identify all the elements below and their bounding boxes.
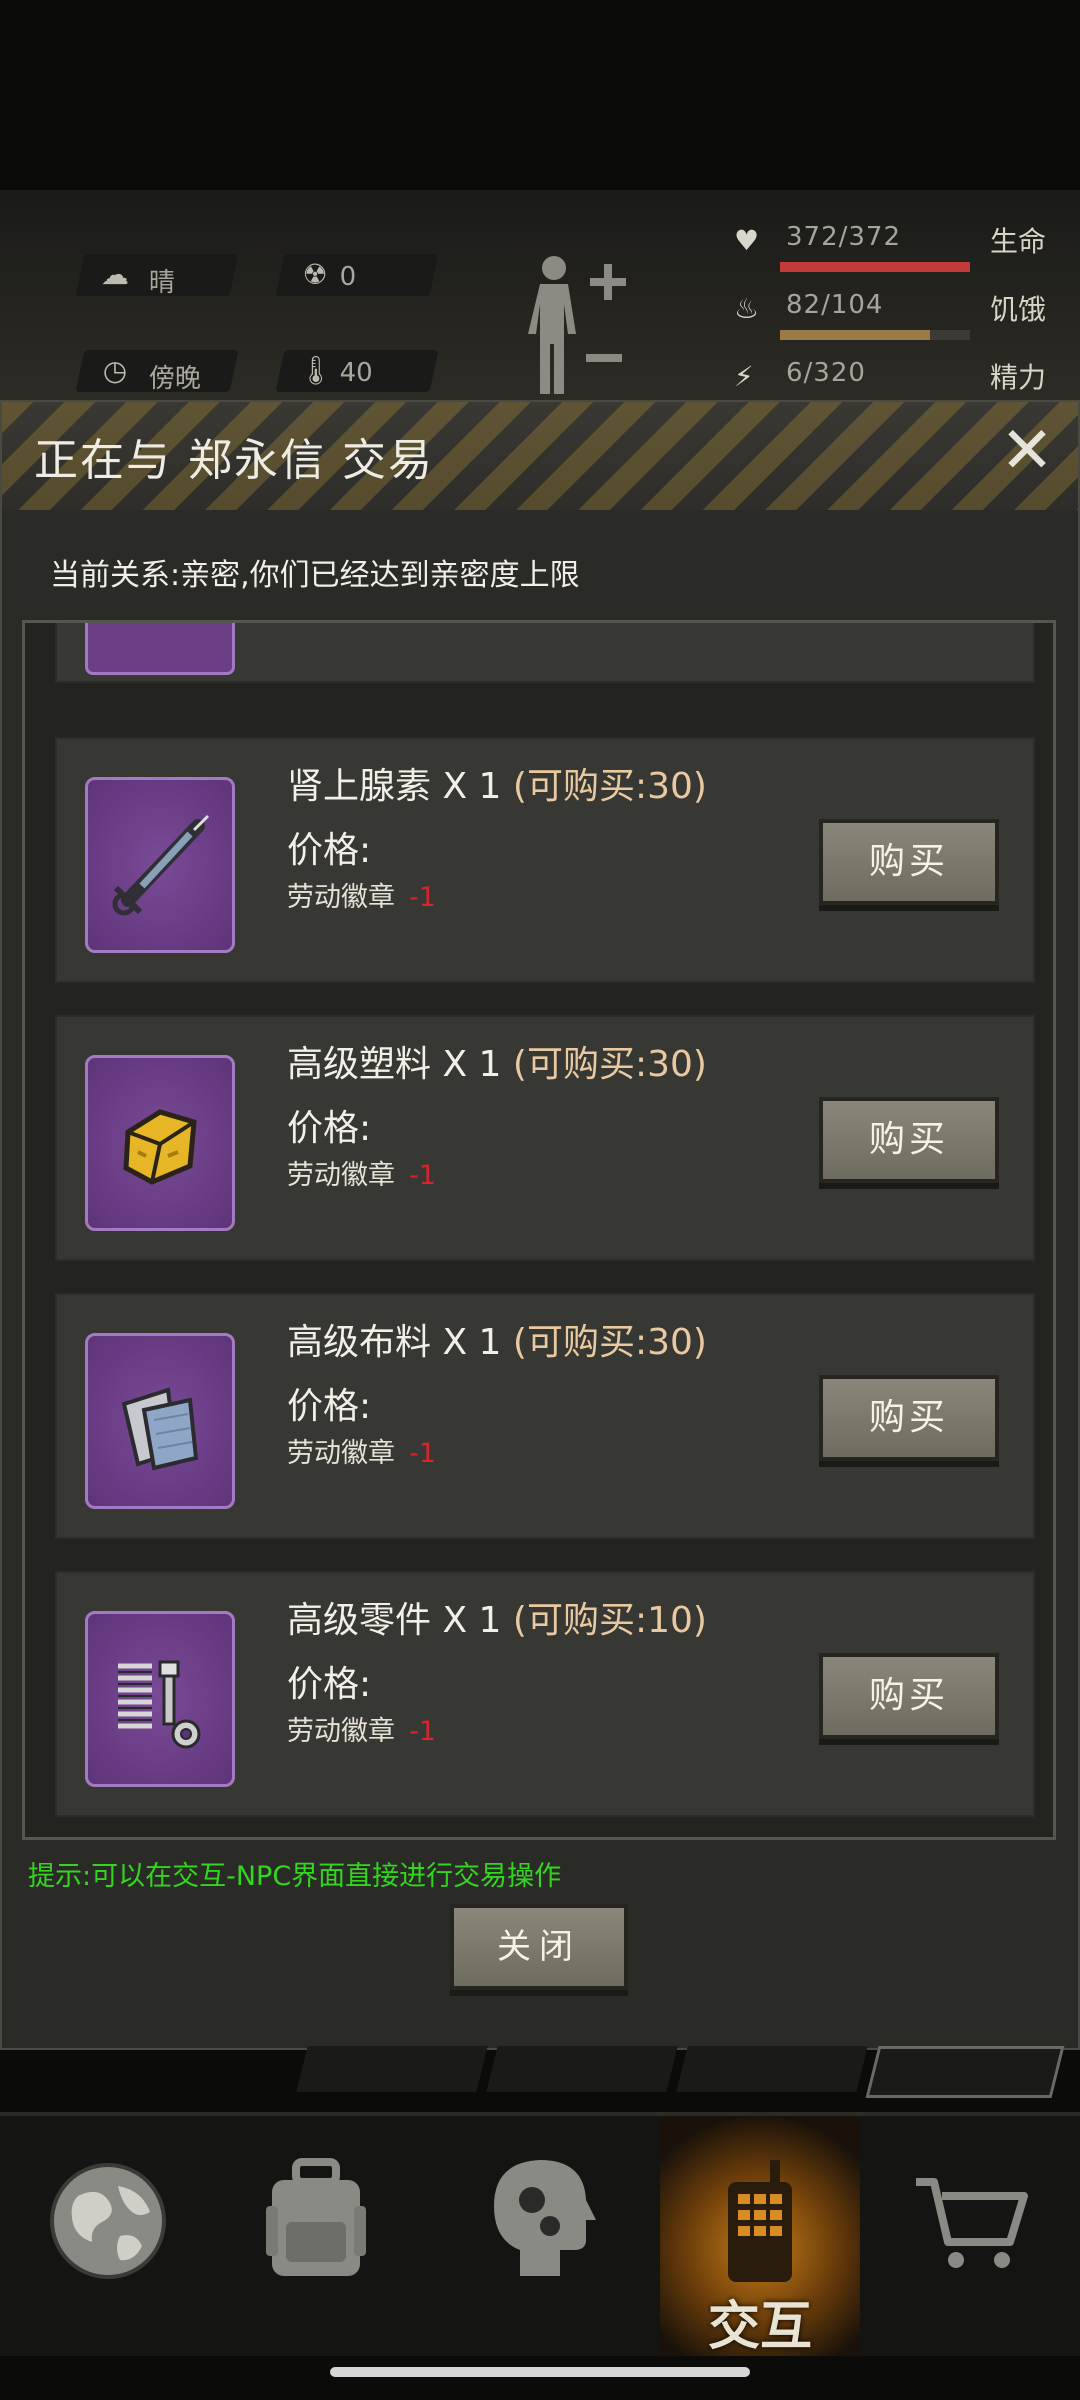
head-gears-icon <box>494 2160 596 2276</box>
dialog-title: 正在与 郑永信 交易 <box>34 435 434 486</box>
price-row: 劳动徽章 -1 <box>287 1709 436 1748</box>
bottom-nav: 交互 <box>0 2112 1080 2357</box>
thermometer-icon: 🌡 <box>298 354 334 387</box>
buy-button[interactable]: 购买 <box>819 1097 999 1183</box>
home-indicator[interactable] <box>330 2367 750 2377</box>
nav-interact-label: 交互 <box>707 2297 812 2357</box>
price-row: 劳动徽章 -1 <box>287 1431 436 1470</box>
cost-value: -1 <box>409 1716 436 1747</box>
currency-name: 劳动徽章 <box>287 1438 395 1469</box>
sub-tab[interactable] <box>676 2046 868 2092</box>
buy-button[interactable]: 购买 <box>819 819 999 905</box>
item-name-text: 肾上腺素 X 1 <box>287 766 502 807</box>
time-chip: ◷ 傍晚 <box>75 350 239 394</box>
close-icon[interactable]: ✕ <box>996 419 1058 483</box>
energy-label: 精力 <box>989 361 1046 394</box>
currency-name: 劳动徽章 <box>287 1160 395 1191</box>
item-slot[interactable] <box>85 1055 235 1231</box>
item-slot <box>85 623 235 675</box>
temperature-chip: 🌡 40 <box>275 350 439 392</box>
trade-item-list[interactable]: 肾上腺素 X 1 (可购买:30) 价格: 劳动徽章 -1 购买 高级塑料 X 1 <box>22 620 1056 1840</box>
currency-name: 劳动徽章 <box>287 1716 395 1747</box>
item-name-text: 高级零件 X 1 <box>287 1600 502 1641</box>
heart-icon: ♥ <box>734 224 760 257</box>
plastic-block-icon <box>123 1109 197 1185</box>
stat-hunger: ♨ 82/104 饥饿 <box>722 286 1062 346</box>
list-item: 高级布料 X 1 (可购买:30) 价格: 劳动徽章 -1 购买 <box>55 1293 1035 1539</box>
nav-map[interactable] <box>8 2116 208 2356</box>
buy-button[interactable]: 购买 <box>819 1653 999 1739</box>
nav-interact[interactable]: 交互 <box>660 2116 860 2357</box>
sub-tab[interactable] <box>296 2046 488 2092</box>
spring-bolt-icon <box>118 1660 201 1749</box>
hunger-bar <box>780 330 970 340</box>
trade-dialog: 正在与 郑永信 交易 ✕ 当前关系:亲密,你们已经达到亲密度上限 肾上腺素 X … <box>0 400 1080 2050</box>
relation-status: 当前关系:亲密,你们已经达到亲密度上限 <box>50 558 580 593</box>
nav-skills[interactable] <box>440 2116 640 2356</box>
energy-icon: ⚡ <box>734 360 754 393</box>
trade-tip: 提示:可以在交互-NPC界面直接进行交易操作 <box>28 1861 562 1892</box>
body-figure-icon[interactable] <box>520 250 630 400</box>
radiation-value: 0 <box>339 262 357 292</box>
weather-chip: ☁ 晴 <box>75 254 239 298</box>
cost-value: -1 <box>409 882 436 913</box>
health-bar <box>780 262 970 272</box>
item-available-count: (可购买:30) <box>512 1322 707 1363</box>
radiation-chip: ☢ 0 <box>275 254 439 296</box>
clock-icon: ◷ <box>102 354 128 387</box>
dialog-header: 正在与 郑永信 交易 ✕ <box>2 402 1078 510</box>
item-name-text: 高级布料 X 1 <box>287 1322 502 1363</box>
nav-backpack[interactable] <box>216 2116 416 2356</box>
cost-value: -1 <box>409 1438 436 1469</box>
item-name: 高级布料 X 1 (可购买:30) <box>287 1313 707 1365</box>
item-available-count: (可购买:30) <box>512 1044 707 1085</box>
currency-name: 劳动徽章 <box>287 882 395 913</box>
item-name: 高级塑料 X 1 (可购买:30) <box>287 1035 707 1087</box>
walkie-talkie-icon <box>728 2160 792 2282</box>
list-item: 高级零件 X 1 (可购买:10) 价格: 劳动徽章 -1 购买 <box>55 1571 1035 1817</box>
sub-tab[interactable] <box>486 2046 678 2092</box>
backpack-icon <box>266 2158 366 2276</box>
item-available-count: (可购买:10) <box>512 1600 707 1641</box>
item-available-count: (可购买:30) <box>512 766 707 807</box>
price-label: 价格: <box>287 1108 372 1149</box>
radiation-icon: ☢ <box>302 258 328 291</box>
health-label: 生命 <box>989 225 1046 258</box>
list-item: 肾上腺素 X 1 (可购买:30) 价格: 劳动徽章 -1 购买 <box>55 737 1035 983</box>
cloth-icon <box>121 1387 199 1471</box>
sub-tab[interactable] <box>865 2046 1065 2098</box>
item-name-text: 高级塑料 X 1 <box>287 1044 502 1085</box>
globe-icon <box>50 2163 166 2279</box>
item-name: 高级零件 X 1 (可购买:10) <box>287 1591 707 1643</box>
syringe-icon <box>112 814 210 916</box>
stomach-icon: ♨ <box>734 292 760 325</box>
sub-tab-strip <box>292 2046 1065 2098</box>
weather-text: 晴 <box>148 268 175 298</box>
cost-value: -1 <box>409 1160 436 1191</box>
buy-button[interactable]: 购买 <box>819 1375 999 1461</box>
hunger-value: 82/104 <box>786 290 884 320</box>
hunger-label: 饥饿 <box>989 293 1046 326</box>
nav-shop[interactable] <box>872 2116 1072 2356</box>
price-row: 劳动徽章 -1 <box>287 875 436 914</box>
close-button[interactable]: 关闭 <box>450 1904 628 1990</box>
price-row: 劳动徽章 -1 <box>287 1153 436 1192</box>
cloud-sun-icon: ☁ <box>101 258 129 291</box>
time-of-day-text: 傍晚 <box>148 364 201 394</box>
item-name: 肾上腺素 X 1 (可购买:30) <box>287 757 707 809</box>
price-label: 价格: <box>287 1386 372 1427</box>
item-slot[interactable] <box>85 1333 235 1509</box>
list-item <box>55 623 1035 683</box>
price-label: 价格: <box>287 830 372 871</box>
cart-icon <box>916 2178 1028 2268</box>
list-item: 高级塑料 X 1 (可购买:30) 价格: 劳动徽章 -1 购买 <box>55 1015 1035 1261</box>
item-slot[interactable] <box>85 1611 235 1787</box>
temperature-value: 40 <box>339 358 373 388</box>
energy-value: 6/320 <box>786 358 866 388</box>
health-value: 372/372 <box>786 222 902 252</box>
price-label: 价格: <box>287 1664 372 1705</box>
stat-health: ♥ 372/372 生命 <box>722 218 1062 278</box>
item-slot[interactable] <box>85 777 235 953</box>
